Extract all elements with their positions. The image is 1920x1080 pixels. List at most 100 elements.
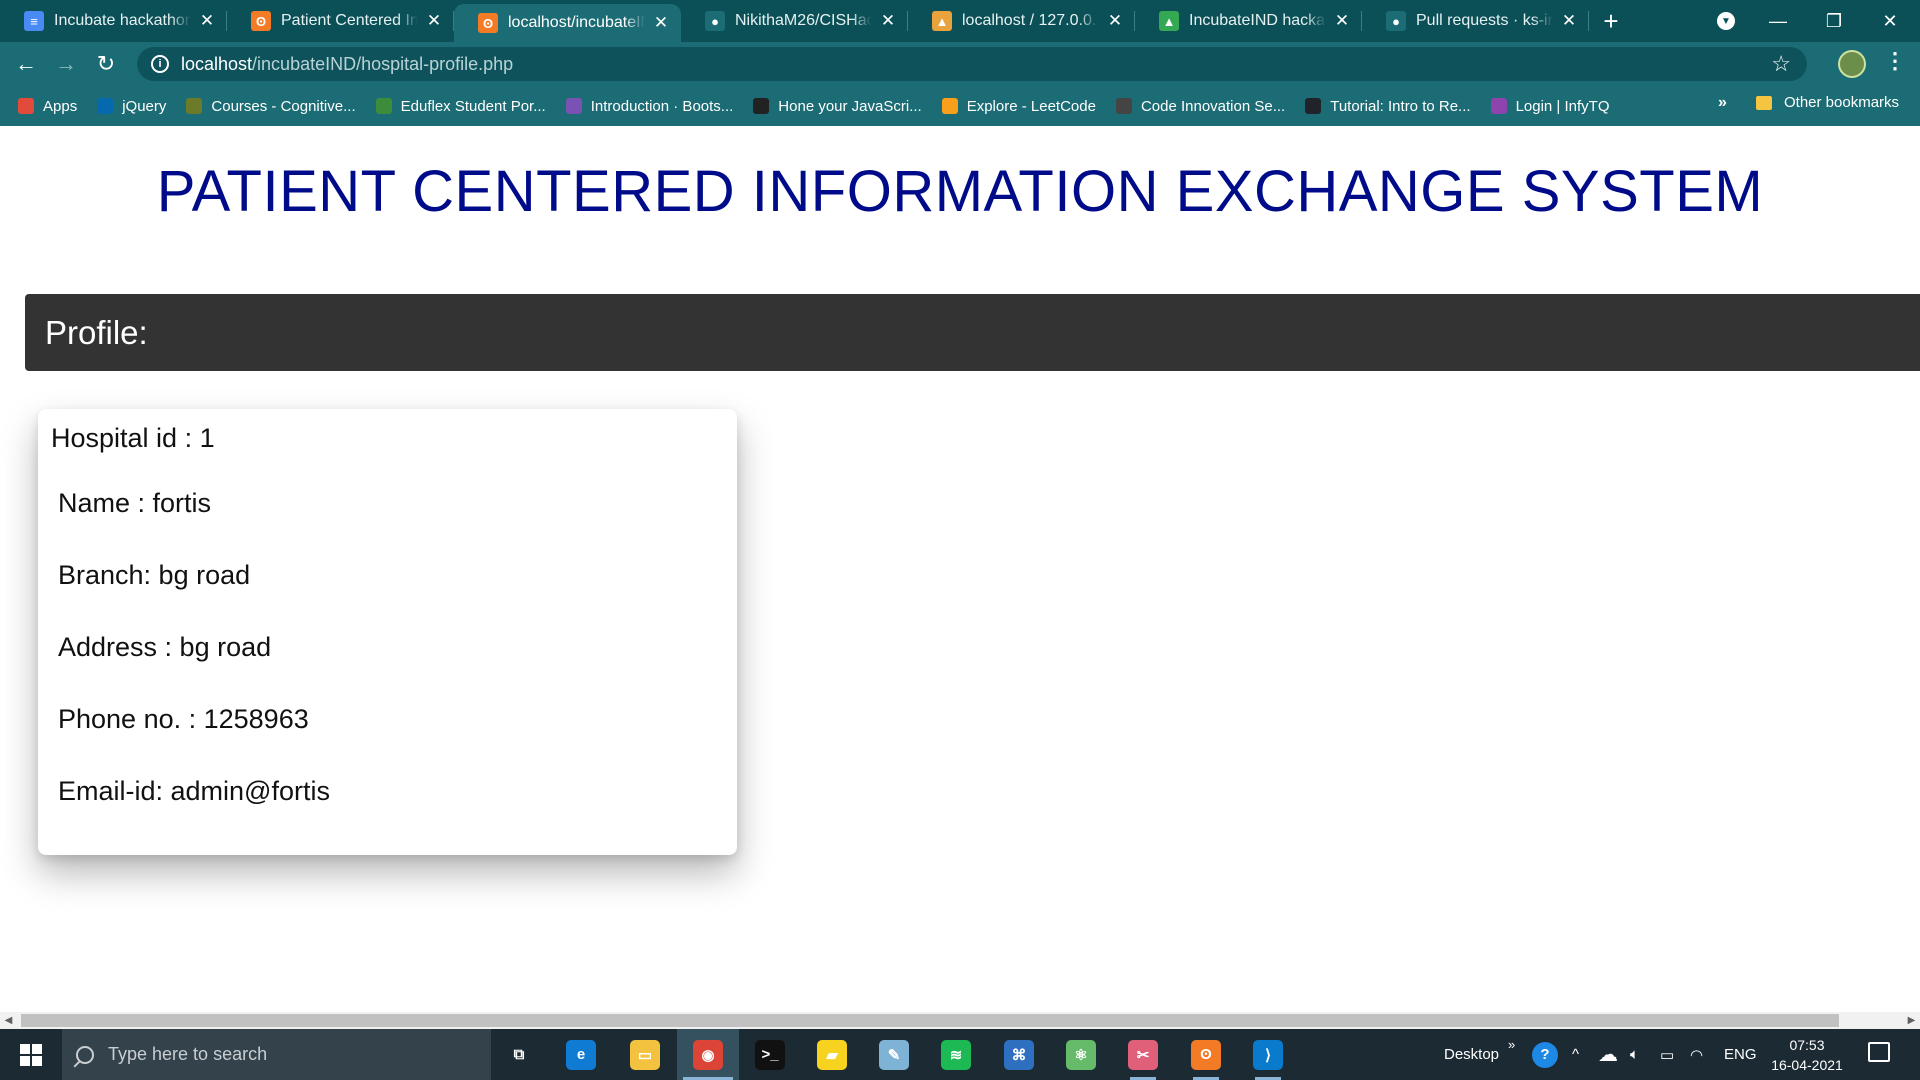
input-language[interactable]: ENG [1724,1029,1757,1080]
bookmark-label: Eduflex Student Por... [400,97,546,115]
scrollbar-thumb[interactable] [21,1014,1839,1027]
eduflex-icon [375,98,392,114]
bookmark-label: Tutorial: Intro to Re... [1330,97,1471,115]
tab-close-icon[interactable]: ✕ [1332,11,1352,31]
restore-button[interactable]: ❐ [1806,0,1862,42]
bookmark-item[interactable]: Tutorial: Intro to Re... [1305,97,1471,115]
scroll-right-icon[interactable]: ▶ [1903,1012,1920,1029]
hospital-branch: Branch: bg road [58,560,251,590]
browser-tab[interactable]: ʘ Patient Centered Information Exchange S… [227,0,454,42]
start-button[interactable] [0,1029,62,1080]
url-path: /incubateIND/hospital-profile.php [252,53,514,74]
browser-tab[interactable]: ● Pull requests · ks-institute ✕ [1362,0,1589,42]
leetcode-icon [941,98,958,114]
bootstrap-icon [565,98,582,114]
wifi-icon[interactable]: ◠ [1690,1029,1703,1080]
new-tab-button[interactable]: + [1589,0,1633,42]
bookmark-item[interactable]: Introduction · Boots... [565,98,733,115]
address-input[interactable]: i localhost/incubateIND/hospital-profile… [137,47,1807,81]
tab-search-icon[interactable]: ▼ [1698,0,1754,42]
notification-center-icon[interactable] [1868,1042,1890,1062]
taskbar-app-snip-tool[interactable]: ✂ [1112,1029,1174,1080]
help-icon[interactable]: ? [1532,1029,1558,1080]
bookmark-item[interactable]: Explore - LeetCode [941,97,1096,115]
desktop-toolbar[interactable]: Desktop [1444,1029,1499,1080]
tab-separator [1588,11,1589,31]
tab-favicon-icon: ● [1386,11,1406,31]
bookmark-star-icon[interactable]: ☆ [1771,51,1791,77]
browser-menu-icon[interactable]: ⋮ [1884,48,1906,74]
bookmark-item[interactable]: Code Innovation Se... [1115,98,1285,115]
show-hidden-icons-icon[interactable]: ^ [1572,1029,1579,1080]
tab-close-icon[interactable]: ✕ [424,11,444,31]
browser-tab[interactable]: ≡ Incubate hackathon - Google Docs ✕ [0,0,227,42]
back-arrow-icon[interactable]: ← [6,44,46,84]
bookmark-item[interactable]: Apps [18,98,77,115]
profile-avatar[interactable] [1838,50,1866,78]
tray-overflow-chevron[interactable]: » [1508,1019,1515,1070]
bookmark-item[interactable]: Login | InfyTQ [1490,98,1610,115]
battery-icon[interactable]: ▭ [1660,1029,1674,1080]
language-label: ENG [1724,1046,1757,1063]
taskbar-app-spotify[interactable]: ≋ [925,1029,987,1080]
taskbar-app-terminal[interactable]: >_ [739,1029,801,1080]
snip-tool-icon: ✂ [1128,1039,1158,1070]
taskbar-app-atom[interactable]: ⚛ [1050,1029,1112,1080]
site-info-icon[interactable]: i [151,55,169,73]
system-clock[interactable]: 07:53 16-04-2021 [1770,1035,1844,1075]
task-view-icon: ⧉ [504,1039,534,1070]
notepad-icon: ✎ [879,1039,909,1070]
taskbar-app-chrome[interactable]: ◉ [677,1029,739,1080]
browser-tab[interactable]: ʘ localhost/incubateIND/hospital-profile.… [454,4,681,42]
other-bookmarks[interactable]: Other bookmarks [1756,94,1899,111]
windows-taskbar: Type here to search ⧉ e ▭ ◉ >_ ▰ ✎ ≋ ⌘ ⚛ ✂ ʘ ⟩ Deskt… [0,1029,1920,1080]
taskbar-app-xampp[interactable]: ʘ [1175,1029,1237,1080]
infytq-icon [1490,98,1507,114]
file-explorer-icon: ▭ [630,1039,660,1070]
volume-icon[interactable]: 🔈︎ [1630,1029,1639,1080]
bookmarks-overflow-button[interactable]: » [1718,94,1727,112]
bookmark-item[interactable]: Eduflex Student Por... [375,97,546,115]
close-window-button[interactable]: ✕ [1862,0,1918,42]
onedrive-cloud-icon[interactable]: ☁ [1598,1029,1618,1080]
tab-close-icon[interactable]: ✕ [651,13,671,33]
bookmark-item[interactable]: jQuery [97,98,166,115]
browser-tab[interactable]: ● NikithaM26/CISHack-IncubateIND ✕ [681,0,908,42]
taskbar-app-vscode[interactable]: ⟩ [1237,1029,1299,1080]
tab-close-icon[interactable]: ✕ [1105,11,1125,31]
scroll-left-icon[interactable]: ◀ [0,1012,17,1029]
taskbar-app-notepad[interactable]: ✎ [863,1029,925,1080]
minimize-button[interactable]: — [1750,0,1806,42]
horizontal-scrollbar[interactable]: ◀ ▶ [0,1012,1920,1029]
tab-title: Patient Centered Information Exchange Sy… [281,12,418,29]
taskbar-app-task-view[interactable]: ⧉ [488,1029,550,1080]
tab-close-icon[interactable]: ✕ [878,11,898,31]
tab-title: NikithaM26/CISHack-IncubateIND [735,12,872,29]
tab-close-icon[interactable]: ✕ [197,11,217,31]
react-icon [1305,98,1322,114]
taskbar-app-file-explorer[interactable]: ▭ [614,1029,676,1080]
bookmark-label: Courses - Cognitive... [211,97,356,115]
desktop-label: Desktop [1444,1046,1500,1063]
bookmark-label: Explore - LeetCode [966,97,1096,115]
chrome-icon: ◉ [693,1039,723,1070]
toolbar: ← → ↻ i localhost/incubateIND/hospital-p… [0,42,1920,86]
bookmark-label: jQuery [122,97,167,115]
taskbar-app-sticky-notes[interactable]: ▰ [801,1029,863,1080]
tab-favicon-icon: ▲ [932,11,952,31]
tab-close-icon[interactable]: ✕ [1559,11,1579,31]
hospital-id: Hospital id : 1 [51,423,215,453]
bookmark-item[interactable]: Hone your JavaScri... [753,97,922,115]
taskbar-search-box[interactable]: Type here to search [62,1029,491,1080]
tab-title: IncubateIND hackathon - Google Drive [1189,12,1326,29]
bookmark-item[interactable]: Courses - Cognitive... [186,97,356,115]
taskbar-app-edge[interactable]: e [550,1029,612,1080]
browser-tab[interactable]: ▲ IncubateIND hackathon - Google Drive ✕ [1135,0,1362,42]
taskbar-app-git-app[interactable]: ⌘ [988,1029,1050,1080]
browser-tab[interactable]: ▲ localhost / 127.0.0.1 / ✕ [908,0,1135,42]
forward-arrow-icon[interactable]: → [46,44,86,84]
clock-time: 07:53 [1789,1037,1825,1053]
tab-title: Incubate hackathon - Google Docs [54,12,191,29]
bookmark-label: Hone your JavaScri... [778,97,922,115]
reload-icon[interactable]: ↻ [86,44,126,84]
